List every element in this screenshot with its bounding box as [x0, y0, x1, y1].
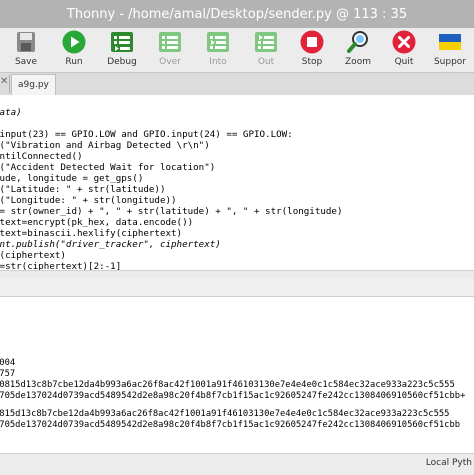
step-over-button[interactable]: Over: [148, 29, 192, 71]
support-label: Suppor: [433, 57, 467, 67]
debug-icon: [111, 32, 133, 52]
shell-line: f705de137024d0739acd5489542d2e8a98c20f4b…: [0, 420, 461, 430]
shell-line: 4815d13c8b7cbe12da4b993a6ac26f8ac42f1001…: [0, 409, 450, 419]
step-out-icon: [255, 32, 277, 52]
step-into-button[interactable]: Into: [196, 29, 240, 71]
shell-line: f705de137024d0739acd5489542d2e8a98c20f4b…: [0, 391, 466, 401]
interpreter-status[interactable]: Local Pyth: [426, 458, 472, 468]
stop-icon: [300, 30, 324, 54]
stop-button[interactable]: Stop: [290, 29, 334, 71]
zoom-icon: [347, 31, 368, 53]
code-line: 1=str(ciphertext)[2:-1]: [0, 261, 122, 270]
shell-line: 40815d13c8b7cbe12da4b993a6ac26f8ac42f100…: [0, 380, 455, 390]
shell-output[interactable]: 8004 5757 40815d13c8b7cbe12da4b993a6ac26…: [0, 297, 474, 453]
window-title-bar: Thonny - /home/amal/Desktop/sender.py @ …: [0, 0, 474, 28]
code-line: = str(owner_id) + ", " + str(latitude) +…: [0, 206, 343, 217]
quit-icon: [392, 30, 416, 54]
run-button[interactable]: Run: [52, 29, 96, 71]
shell-divider[interactable]: [0, 278, 474, 297]
save-icon: [17, 32, 35, 52]
support-button[interactable]: Suppor: [428, 29, 472, 71]
code-line: rtext=encrypt(pk_hex, data.encode()): [0, 217, 194, 228]
editor-horizontal-scrollbar[interactable]: [0, 270, 474, 278]
shell-line: 5757: [0, 369, 16, 379]
step-into-icon: [207, 32, 229, 52]
code-editor[interactable]: data) .input(23) == GPIO.LOW and GPIO.in…: [0, 95, 474, 270]
zoom-button[interactable]: Zoom: [336, 29, 380, 71]
code-line: t("Vibration and Airbag Detected \r\n"): [0, 140, 210, 151]
code-line: UntilConnected(): [0, 151, 83, 162]
tab-separator: [9, 75, 10, 93]
quit-button[interactable]: Quit: [382, 29, 426, 71]
tab-a9g-py[interactable]: a9g.py: [11, 74, 56, 95]
code-line: t("Longitude: " + str(longitude)): [0, 195, 177, 206]
run-icon: [62, 30, 86, 54]
ukraine-flag-icon: [439, 34, 461, 50]
window-title: Thonny - /home/amal/Desktop/sender.py @ …: [66, 7, 408, 22]
code-line: .input(23) == GPIO.LOW and GPIO.input(24…: [0, 129, 293, 140]
code-line: tude, longitude = get_gps(): [0, 173, 144, 184]
step-out-button[interactable]: Out: [244, 29, 288, 71]
code-line: data): [0, 107, 22, 118]
editor-tab-bar: ✕ a9g.py: [0, 72, 474, 96]
shell-line: 8004: [0, 358, 16, 368]
code-line: rtext=binascii.hexlify(ciphertext): [0, 228, 183, 239]
debug-button[interactable]: Debug: [100, 29, 144, 71]
code-line: t(ciphertext): [0, 250, 66, 261]
status-bar: Local Pyth: [0, 453, 474, 475]
toolbar: Save Run Debug Over Into Out Stop Zoom Q…: [0, 28, 474, 72]
code-line: t("Latitude: " + str(latitude)): [0, 184, 166, 195]
save-button[interactable]: Save: [4, 29, 48, 71]
code-line: ent.publish("driver_tracker", ciphertext…: [0, 239, 221, 250]
code-line: t("Accident Detected Wait for location"): [0, 162, 216, 173]
step-over-icon: [159, 32, 181, 52]
